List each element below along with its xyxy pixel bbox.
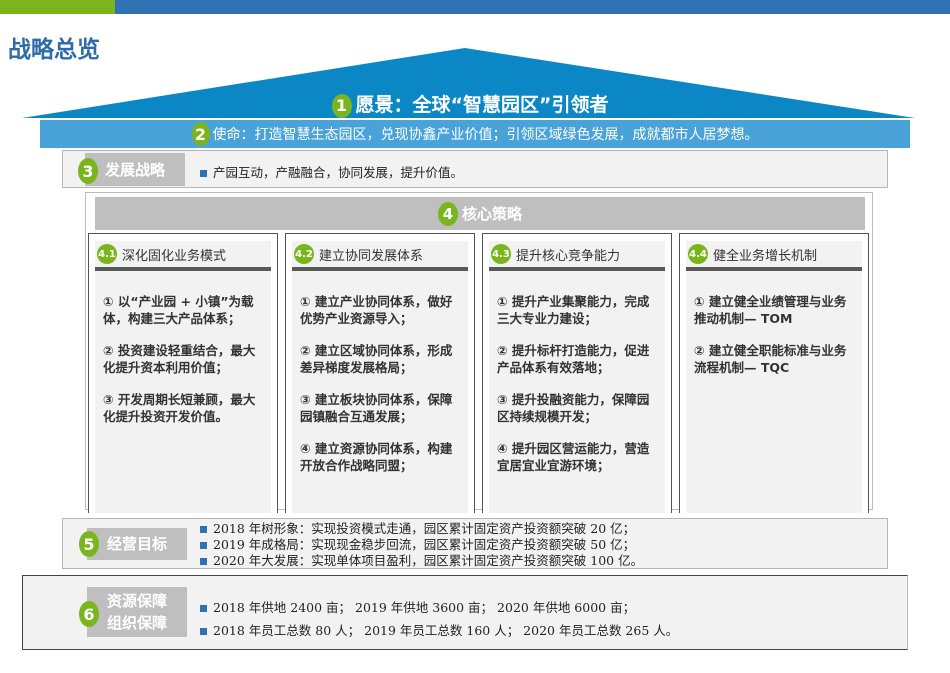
vision: 1 愿景：全球“智慧园区”引领者 [0,90,940,118]
vision-text: 愿景：全球“智慧园区”引领者 [355,94,609,116]
goal-item: 2019 年成格局：实现现金稳步回流，园区累计固定资产投资额突破 50 亿； [200,537,643,553]
column-item: ③ 提升投融资能力，保障园区持续规模开发； [497,392,650,424]
strategy-number: 3 [78,158,98,184]
column-item: ① 建立产业协同体系，做好优势产业资源导入； [300,294,453,326]
strategy-column: 4.4 健全业务增长机制 ① 建立健全业绩管理与业务推动机制— TOM ② 建立健全职… [679,233,869,513]
goals-label: 经营目标 [87,528,187,560]
column-body: 4.4 健全业务增长机制 ① 建立健全业绩管理与业务推动机制— TOM ② 建立健全职… [686,241,862,513]
column-number: 4.3 [491,244,511,264]
column-body: 4.3 提升核心竞争能力 ① 提升产业集聚能力，完成三大专业力建设； ② 提升标杆打造… [489,241,665,513]
column-number: 4.2 [294,244,314,264]
column-item: ① 以“产业园 + 小镇”为载体，构建三大产品体系； [103,294,254,326]
column-item: ③ 开发周期长短兼顾，最大化提升投资开发价值。 [103,392,256,424]
strategy-column: 4.3 提升核心竞争能力 ① 提升产业集聚能力，完成三大专业力建设； ② 提升标杆打造… [482,233,672,513]
column-item: ① 建立健全业绩管理与业务推动机制— TOM [694,294,847,326]
strategy-text-row: 产园互动，产融融合，协同发展，提升价值。 [200,162,463,181]
goal-item: 2020 年大发展：实现单体项目盈利，园区累计固定资产投资额突破 100 亿。 [200,553,643,569]
column-body: 4.2 建立协同发展体系 ① 建立产业协同体系，做好优势产业资源导入； ② 建立区域协… [292,241,468,513]
column-item: ② 建立区域协同体系，形成差异梯度发展格局； [300,343,453,375]
column-header: 4.4 健全业务增长机制 [686,241,862,271]
column-item: ② 建立健全职能标准与业务流程机制— TQC [694,343,847,375]
resources-number: 6 [79,601,99,627]
strategy-panel [62,150,888,188]
resources-list: 2018 年供地 2400 亩； 2019 年供地 3600 亩； 2020 年… [200,596,678,642]
strategy-column: 4.2 建立协同发展体系 ① 建立产业协同体系，做好优势产业资源导入； ② 建立区域协… [285,233,475,513]
column-header: 4.3 提升核心竞争能力 [489,241,665,271]
column-number: 4.4 [688,244,708,264]
bullet-icon [200,558,207,565]
bullet-icon [200,170,207,177]
strategy-text: 产园互动，产融融合，协同发展，提升价值。 [213,165,464,180]
column-title: 提升核心竞争能力 [516,248,621,264]
strategy-column: 4.1 深化固化业务模式 ① 以“产业园 + 小镇”为载体，构建三大产品体系； ② 投… [88,233,278,513]
column-item: ③ 建立板块协同体系，保障园镇融合互通发展； [300,392,453,424]
bullet-icon [200,605,207,612]
bullet-icon [200,628,207,635]
resources-label: 资源保障 组织保障 [87,587,187,637]
column-title: 深化固化业务模式 [122,248,227,264]
column-item: ① 提升产业集聚能力，完成三大专业力建设； [497,294,650,326]
goals-list: 2018 年树形象：实现投资模式走通，园区累计固定资产投资额突破 20 亿； 2… [200,521,643,569]
bullet-icon [200,542,207,549]
resource-item: 2018 年供地 2400 亩； 2019 年供地 3600 亩； 2020 年… [200,596,678,619]
column-item: ② 提升标杆打造能力，促进产品体系有效落地； [497,343,650,375]
mission-text: 使命：打造智慧生态园区，兑现协鑫产业价值；引领区域绿色发展，成就都市人居梦想。 [212,127,759,143]
column-header: 4.1 深化固化业务模式 [95,241,271,271]
mission-bar: 2 使命：打造智慧生态园区，兑现协鑫产业价值；引领区域绿色发展，成就都市人居梦想。 [40,120,910,148]
core-strategy-header: 4 核心策略 [95,197,865,230]
column-item: ② 投资建设轻重结合，最大化提升资本利用价值； [103,343,256,375]
column-title: 健全业务增长机制 [713,248,818,264]
column-item: ④ 建立资源协同体系，构建开放合作战略同盟； [300,441,453,473]
goal-item: 2018 年树形象：实现投资模式走通，园区累计固定资产投资额突破 20 亿； [200,521,643,537]
column-title: 建立协同发展体系 [319,248,424,264]
core-number: 4 [437,201,458,226]
core-label: 核心策略 [461,205,522,223]
vision-number: 1 [331,93,352,118]
column-header: 4.2 建立协同发展体系 [292,241,468,271]
mission-number: 2 [191,122,210,146]
strategy-label: 发展战略 [85,153,185,186]
resource-item: 2018 年员工总数 80 人； 2019 年员工总数 160 人； 2020 … [200,619,678,642]
goals-number: 5 [79,531,99,557]
column-item: ④ 提升园区营运能力，营造宜居宜业宜游环境； [497,441,650,473]
column-body: 4.1 深化固化业务模式 ① 以“产业园 + 小镇”为载体，构建三大产品体系； ② 投… [95,241,271,513]
bullet-icon [200,526,207,533]
column-number: 4.1 [97,244,117,264]
